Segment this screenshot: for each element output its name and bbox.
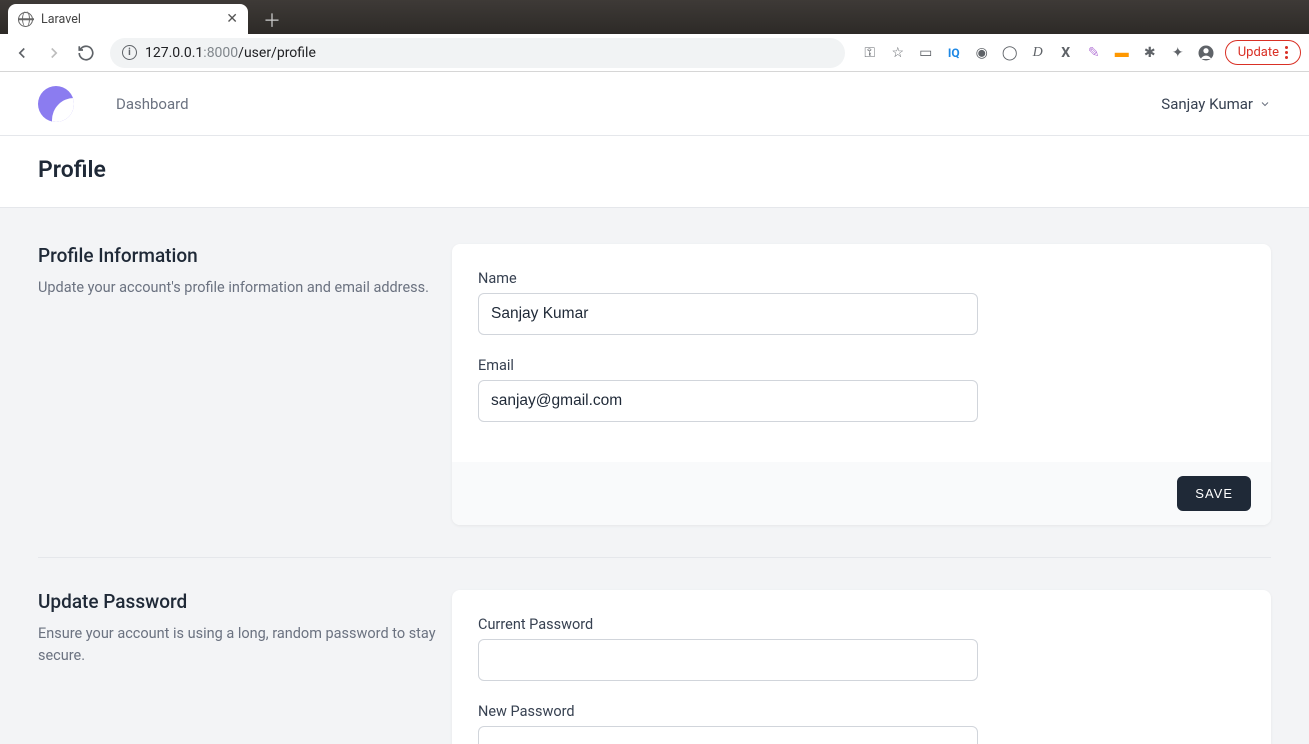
email-label: Email (478, 357, 978, 374)
site-info-icon[interactable]: i (122, 45, 137, 60)
back-button[interactable] (8, 39, 36, 67)
browser-chrome: Laravel ✕ ＋ i 127.0.0.1:8000/user/profil… (0, 0, 1309, 72)
name-label: Name (478, 270, 978, 287)
update-label: Update (1238, 45, 1279, 60)
profile-info-heading: Profile Information (38, 244, 438, 267)
page-header: Profile (0, 136, 1309, 208)
name-field-row: Name (478, 270, 978, 335)
browser-toolbar: i 127.0.0.1:8000/user/profile ⚿ ☆ ▭ IQ ◉… (0, 34, 1309, 72)
x-extension-icon[interactable]: X (1057, 44, 1075, 62)
chevron-down-icon (1259, 98, 1271, 110)
forward-button[interactable] (40, 39, 68, 67)
app-logo[interactable] (38, 86, 74, 122)
page-body: Profile Information Update your account'… (0, 208, 1309, 744)
page-viewport: Dashboard Sanjay Kumar Profile Profile I… (0, 72, 1309, 744)
d-extension-icon[interactable]: D (1029, 44, 1047, 62)
current-password-input[interactable] (478, 639, 978, 681)
profile-info-description: Update your account's profile informatio… (38, 277, 438, 299)
name-input[interactable] (478, 293, 978, 335)
reader-icon[interactable]: ▭ (917, 44, 935, 62)
extensions-puzzle-icon[interactable]: ✦ (1169, 44, 1187, 62)
new-password-input[interactable] (478, 726, 978, 744)
address-bar[interactable]: i 127.0.0.1:8000/user/profile (110, 38, 845, 68)
key-icon[interactable]: ⚿ (861, 44, 879, 62)
profile-avatar-icon[interactable] (1197, 44, 1215, 62)
new-password-row: New Password (478, 703, 978, 744)
browser-update-button[interactable]: Update (1225, 40, 1301, 65)
email-input[interactable] (478, 380, 978, 422)
password-description: Ensure your account is using a long, ran… (38, 623, 438, 667)
new-tab-button[interactable]: ＋ (258, 6, 286, 34)
save-profile-button[interactable]: SAVE (1177, 476, 1251, 511)
app-navbar: Dashboard Sanjay Kumar (0, 72, 1309, 136)
feather-extension-icon[interactable]: ✎ (1085, 44, 1103, 62)
profile-info-card: Name Email SAVE (452, 244, 1271, 525)
kebab-menu-icon (1285, 46, 1288, 59)
bookmark-star-icon[interactable]: ☆ (889, 44, 907, 62)
profile-info-footer: SAVE (452, 462, 1271, 525)
bug-extension-icon[interactable]: ✱ (1141, 44, 1159, 62)
reload-button[interactable] (72, 39, 100, 67)
iq-extension-icon[interactable]: IQ (945, 44, 963, 62)
password-heading-block: Update Password Ensure your account is u… (38, 590, 438, 744)
user-menu-name: Sanjay Kumar (1161, 95, 1253, 113)
section-divider (38, 557, 1271, 558)
page-title: Profile (38, 156, 1271, 183)
current-password-row: Current Password (478, 616, 978, 681)
globe-icon (18, 12, 33, 27)
password-card: Current Password New Password (452, 590, 1271, 744)
profile-info-section: Profile Information Update your account'… (38, 244, 1271, 525)
current-password-label: Current Password (478, 616, 978, 633)
compass-extension-icon[interactable]: ◉ (973, 44, 991, 62)
circle-extension-icon[interactable]: ◯ (1001, 44, 1019, 62)
update-password-section: Update Password Ensure your account is u… (38, 590, 1271, 744)
user-menu[interactable]: Sanjay Kumar (1161, 95, 1271, 113)
extension-icons: ⚿ ☆ ▭ IQ ◉ ◯ D X ✎ ▬ ✱ ✦ (855, 44, 1221, 62)
url-text: 127.0.0.1:8000/user/profile (145, 45, 316, 61)
email-field-row: Email (478, 357, 978, 422)
nav-dashboard-link[interactable]: Dashboard (116, 95, 189, 113)
close-tab-icon[interactable]: ✕ (226, 11, 238, 27)
browser-tab[interactable]: Laravel ✕ (8, 4, 248, 34)
new-password-label: New Password (478, 703, 978, 720)
profile-info-heading-block: Profile Information Update your account'… (38, 244, 438, 525)
password-heading: Update Password (38, 590, 438, 613)
tab-strip: Laravel ✕ ＋ (0, 0, 1309, 34)
tab-title: Laravel (41, 12, 81, 27)
orange-extension-icon[interactable]: ▬ (1113, 44, 1131, 62)
